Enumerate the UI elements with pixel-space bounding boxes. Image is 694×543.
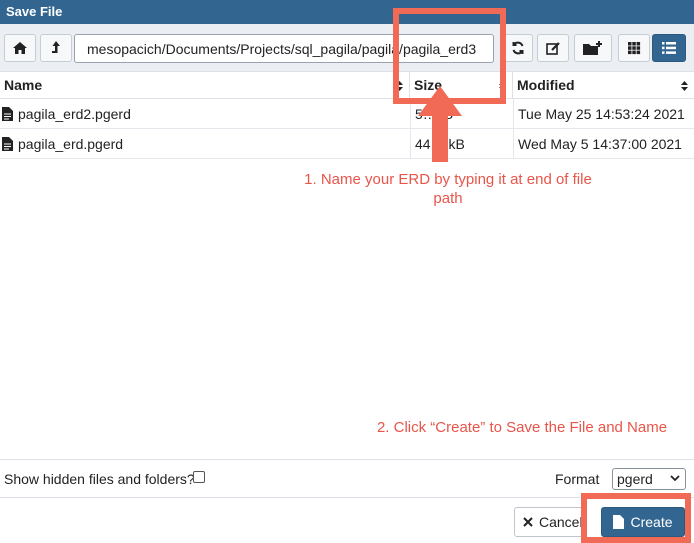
file-icon [2, 107, 13, 121]
format-label: Format [555, 471, 600, 487]
show-hidden-checkbox[interactable] [193, 471, 205, 483]
format-select[interactable]: pgerd [612, 468, 686, 490]
options-bar: Show hidden files and folders? Format pg… [0, 459, 694, 497]
format-select-value: pgerd [617, 471, 653, 487]
cancel-button[interactable]: Cancel [514, 507, 586, 537]
list-icon [662, 42, 676, 54]
level-up-icon [52, 41, 60, 53]
home-icon [13, 42, 27, 54]
grid-icon [628, 42, 641, 55]
file-table-header: Name Size Modified [0, 72, 694, 99]
file-name: pagila_erd2.pgerd [18, 106, 131, 122]
home-button[interactable] [4, 34, 36, 62]
annotation-step1: 1. Name your ERD by typing it at end of … [304, 171, 592, 207]
cancel-button-label: Cancel [539, 514, 583, 530]
sort-icon [681, 81, 688, 91]
file-modified: Wed May 5 14:37:00 2021 [513, 129, 682, 159]
toolbar [0, 24, 694, 72]
table-row[interactable]: pagila_erd.pgerd 44.…kB Wed May 5 14:37:… [0, 129, 694, 159]
dialog-title: Save File [0, 0, 694, 24]
annotation-step2: 2. Click “Create” to Save the File and N… [376, 419, 668, 436]
chevron-down-icon [670, 475, 680, 482]
grid-view-button[interactable] [618, 34, 650, 62]
file-icon [2, 137, 13, 151]
refresh-icon [512, 41, 524, 55]
arrow-up-icon [418, 86, 462, 162]
edit-icon [546, 42, 560, 55]
rename-button[interactable] [537, 34, 569, 62]
file-modified: Tue May 25 14:53:24 2021 [513, 99, 685, 129]
refresh-button[interactable] [503, 34, 533, 62]
show-hidden-label: Show hidden files and folders? [4, 471, 195, 487]
column-header-modified-label: Modified [517, 77, 575, 93]
column-header-name[interactable]: Name [0, 72, 410, 99]
level-up-button[interactable] [40, 34, 72, 62]
list-view-button[interactable] [652, 34, 686, 62]
table-row[interactable]: pagila_erd2.pgerd 5…kB Tue May 25 14:53:… [0, 99, 694, 129]
file-name: pagila_erd.pgerd [18, 136, 124, 152]
column-header-name-label: Name [4, 77, 43, 93]
folder-plus-icon [583, 41, 602, 55]
create-button-highlight [581, 493, 691, 543]
close-icon [523, 517, 533, 527]
new-folder-button[interactable] [574, 34, 612, 62]
column-header-modified[interactable]: Modified [513, 72, 694, 99]
